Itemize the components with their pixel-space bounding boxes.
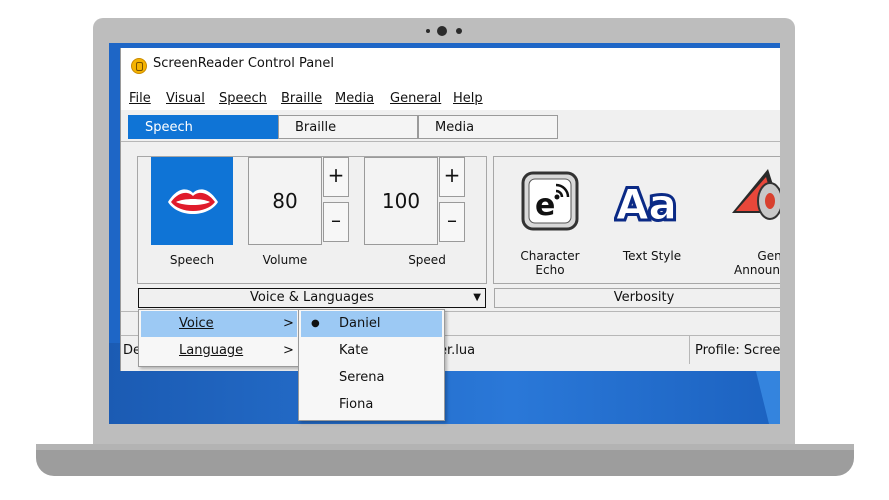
character-echo-button[interactable]: e <box>519 169 581 233</box>
window-title: ScreenReader Control Panel <box>153 56 335 71</box>
voice-languages-dropdown[interactable]: Voice & Languages ▼ <box>138 288 486 308</box>
lips-icon <box>168 189 218 214</box>
voice-option-fiona[interactable]: Fiona <box>301 392 442 418</box>
voice-option-label: Kate <box>339 343 369 358</box>
verbosity-dropdown[interactable]: Verbosity <box>494 288 780 308</box>
camera-dot-icon <box>426 29 430 33</box>
voice-option-label: Serena <box>339 370 385 385</box>
volume-plus-button[interactable]: + <box>323 157 349 197</box>
text-style-icon: Aa Aa <box>614 178 680 232</box>
voice-option-serena[interactable]: Serena <box>301 365 442 391</box>
voice-language-context-menu: Voice > Language > <box>138 309 300 367</box>
menu-file[interactable]: File <box>129 91 151 106</box>
general-announcements-button[interactable] <box>722 163 780 237</box>
voice-menu-label: Voice <box>179 316 214 331</box>
tab-speech[interactable]: Speech <box>128 115 278 139</box>
tab-divider <box>121 141 780 142</box>
voice-submenu-arrow-icon: > <box>283 316 294 331</box>
announcement-megaphone-icon <box>732 169 780 220</box>
voice-option-kate[interactable]: Kate <box>301 338 442 364</box>
volume-value: 80 <box>272 189 298 213</box>
tab-media[interactable]: Media <box>418 115 558 139</box>
voice-languages-label: Voice & Languages <box>250 290 374 305</box>
speed-value: 100 <box>381 189 421 213</box>
speed-label: Speed <box>408 253 446 267</box>
menu-media[interactable]: Media <box>335 91 374 106</box>
language-menu-label: Language <box>179 343 244 358</box>
svg-text:e: e <box>535 188 555 223</box>
verbosity-group: e Character Echo Aa Aa Text Style Gen An… <box>493 156 780 284</box>
camera-icon <box>437 26 447 36</box>
voice-submenu: ● Daniel Kate Serena Fiona <box>298 309 445 421</box>
status-profile-text: Profile: Scree <box>695 343 780 358</box>
menu-item-voice[interactable]: Voice > <box>141 311 297 337</box>
laptop-base-edge <box>36 444 854 450</box>
speech-toggle-button[interactable] <box>151 157 233 245</box>
menu-speech[interactable]: Speech <box>219 91 267 106</box>
status-separator <box>689 336 690 364</box>
voice-option-label: Fiona <box>339 397 374 412</box>
speed-plus-button[interactable]: + <box>439 157 465 197</box>
camera-light-icon <box>456 28 462 34</box>
title-bar: ScreenReader Control Panel <box>121 48 780 88</box>
menu-general[interactable]: General <box>390 91 441 106</box>
app-icon <box>131 58 147 74</box>
speech-group: Speech 80 + – Volume 100 + – Speed <box>137 156 487 284</box>
menu-help[interactable]: Help <box>453 91 483 106</box>
text-style-label: Text Style <box>622 249 682 263</box>
character-echo-label: Character Echo <box>520 249 580 277</box>
speed-minus-button[interactable]: – <box>439 202 465 242</box>
text-style-button[interactable]: Aa Aa <box>614 171 684 232</box>
language-submenu-arrow-icon: > <box>283 343 294 358</box>
volume-label: Volume <box>262 253 308 267</box>
menu-item-language[interactable]: Language > <box>141 338 297 364</box>
tab-braille[interactable]: Braille <box>278 115 418 139</box>
menu-visual[interactable]: Visual <box>166 91 205 106</box>
voice-option-label: Daniel <box>339 316 381 331</box>
menu-bar: File Visual Speech Braille Media General… <box>121 88 780 110</box>
selected-bullet-icon: ● <box>311 318 320 329</box>
character-echo-icon: e <box>521 171 579 231</box>
voice-option-daniel[interactable]: ● Daniel <box>301 311 442 337</box>
speech-label: Speech <box>169 253 215 267</box>
general-announcements-label: Gener Announce <box>734 249 780 277</box>
dropdown-arrow-icon: ▼ <box>473 292 481 303</box>
svg-text:Aa: Aa <box>616 180 677 229</box>
menu-braille[interactable]: Braille <box>281 91 322 106</box>
volume-minus-button[interactable]: – <box>323 202 349 242</box>
